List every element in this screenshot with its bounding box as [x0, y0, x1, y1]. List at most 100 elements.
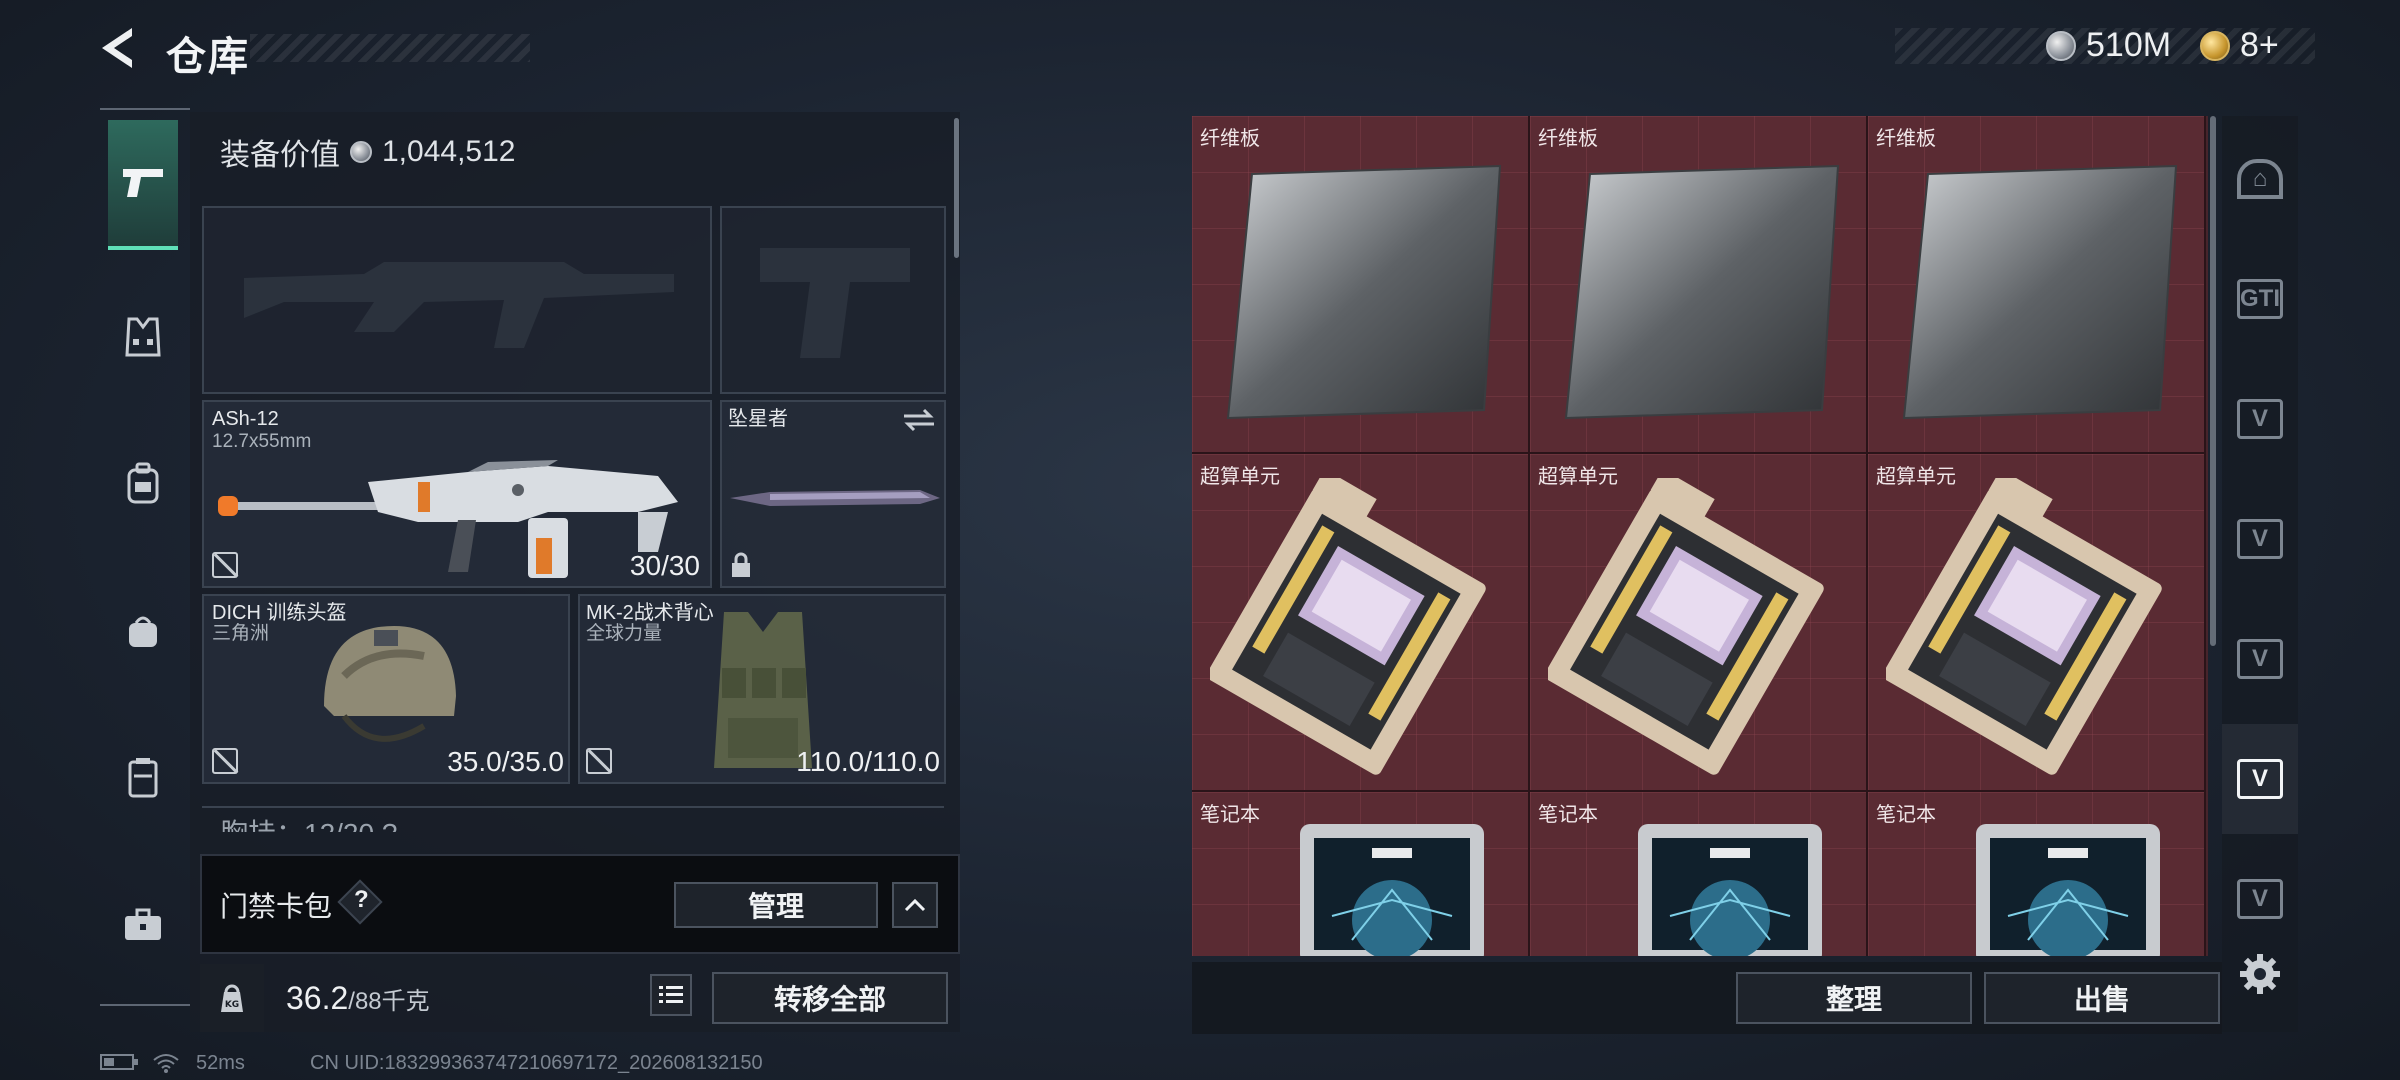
stash-item-image [1544, 469, 1848, 783]
stash-item-label: 超算单元 [1538, 466, 1618, 488]
weight-current: 36.2 [286, 980, 349, 1016]
stash-item-supercomputer[interactable]: 超算单元 [1192, 454, 1530, 792]
stash-item-image [1898, 162, 2188, 427]
container-4[interactable]: V [2222, 484, 2298, 594]
help-icon[interactable]: ? [354, 886, 369, 914]
transfer-all-button[interactable]: 转移全部 [712, 972, 948, 1024]
manage-button[interactable]: 管理 [674, 882, 878, 928]
vest-slot[interactable]: MK-2战术背心 全球力量 110.0/110.0 [578, 594, 946, 784]
ash12-rifle-icon [218, 460, 678, 578]
helmet-slot[interactable]: DICH 训练头盔 三角洲 35.0/35.0 [202, 594, 570, 784]
rail-bag[interactable] [108, 566, 178, 696]
collapse-button[interactable] [892, 882, 938, 928]
helmet-durability: 35.0/35.0 [447, 746, 564, 777]
stash-item-label: 纤维板 [1538, 128, 1598, 150]
case-icon [128, 758, 158, 798]
wifi-icon [152, 1052, 180, 1080]
no-insure-icon [212, 552, 238, 578]
stash-item-label: 纤维板 [1200, 128, 1260, 150]
stash-item-fiberboard[interactable]: 纤维板 [1530, 116, 1868, 454]
silver-amount: 510M [2086, 26, 2172, 64]
stash-scrollbar[interactable] [2210, 116, 2216, 646]
chevron-up-icon [904, 898, 926, 912]
vault-icon: ⌂ [2237, 159, 2283, 199]
gear-icon [2240, 954, 2280, 994]
stash-item-label: 超算单元 [1876, 466, 1956, 488]
empty-pistol-slot[interactable] [720, 206, 946, 394]
rail-armor[interactable] [108, 272, 178, 402]
uid-readout: CN UID:1832993637472106971​72_2026081321… [310, 1052, 763, 1074]
stash-item-image [1206, 469, 1510, 783]
back-button[interactable] [98, 26, 138, 70]
chest-rig-row[interactable]: 胸挂：12/20 ? [202, 806, 944, 832]
equipment-scrollbar[interactable] [954, 118, 959, 258]
vest-durability: 110.0/110.0 [796, 746, 940, 777]
kettlebell-icon: KG [221, 984, 243, 1012]
container-6[interactable]: V [2222, 724, 2298, 834]
rail-toolbox[interactable] [108, 860, 178, 990]
chest-rig-capacity: 胸挂：12/20 ? [220, 812, 397, 832]
stash-item-image [1222, 162, 1512, 427]
stash-item-image [1560, 162, 1850, 427]
stash-item-fiberboard[interactable]: 纤维板 [1192, 116, 1530, 454]
stash-item-label: 笔记本 [1200, 804, 1260, 826]
laptop-icon [1300, 824, 1484, 956]
gold-amount: 8+ [2240, 26, 2279, 64]
stash-item-supercomputer[interactable]: 超算单元 [1530, 454, 1868, 792]
back-arrow-icon [102, 28, 132, 68]
bag-icon [129, 616, 157, 647]
container-7[interactable]: V [2222, 844, 2298, 954]
primary-weapon-slot[interactable]: ASh-12 12.7x55mm 30/30 [202, 400, 712, 588]
helmet-faction: 三角洲 [212, 623, 270, 644]
title-stripe [250, 34, 530, 62]
stash-item-image [1968, 820, 2168, 956]
weight-readout: 36.2/88千克 [286, 980, 430, 1017]
stash-item-laptop[interactable]: 笔记本 [1192, 792, 1530, 956]
vest-faction: 全球力量 [586, 623, 663, 644]
sell-button[interactable]: 出售 [1984, 972, 2220, 1024]
stash-item-fiberboard[interactable]: 纤维板 [1868, 116, 2206, 454]
silver-currency[interactable]: 510M [2046, 26, 2171, 65]
v-case-icon: V [2237, 639, 2283, 679]
container-2[interactable]: GTI [2222, 244, 2298, 354]
weapon-name: ASh-12 [212, 408, 279, 430]
list-view-button[interactable] [650, 974, 692, 1016]
supercomputer-unit-icon [1882, 469, 2162, 775]
no-insure-icon [212, 748, 238, 774]
vest-icon [125, 317, 161, 357]
lock-icon [732, 552, 750, 577]
supercomputer-unit-icon [1206, 469, 1486, 775]
rail-weapons[interactable] [108, 120, 178, 250]
gti-case-icon: GTI [2237, 279, 2283, 319]
rail-case[interactable] [108, 712, 178, 842]
rail-divider [100, 108, 190, 110]
container-3[interactable]: V [2222, 364, 2298, 474]
laptop-icon [1638, 824, 1822, 956]
empty-primary-slot[interactable] [202, 206, 712, 394]
gold-currency[interactable]: 8+ [2200, 26, 2279, 65]
stash-item-label: 超算单元 [1200, 466, 1280, 488]
container-5[interactable]: V [2222, 604, 2298, 714]
fiberboard-icon [1902, 164, 2178, 420]
stash-item-laptop[interactable]: 笔记本 [1530, 792, 1868, 956]
supercomputer-unit-icon [1544, 469, 1824, 775]
v-case-icon: V [2237, 399, 2283, 439]
svg-text:KG: KG [225, 1000, 239, 1010]
silver-coin-icon [350, 141, 372, 163]
container-1[interactable]: ⌂ [2222, 124, 2298, 234]
page-title: 仓库 [166, 35, 250, 79]
stash-item-image [1882, 469, 2186, 783]
stash-item-image [1292, 820, 1492, 956]
sort-button[interactable]: 整理 [1736, 972, 1972, 1024]
pistol-icon [123, 169, 163, 197]
weapon-ammo-count: 30/30 [629, 550, 700, 581]
fiberboard-icon [1226, 164, 1502, 420]
knife-icon [730, 490, 940, 506]
swap-icon[interactable] [902, 408, 936, 432]
pistol-silhouette-icon [760, 248, 910, 358]
stash-item-supercomputer[interactable]: 超算单元 [1868, 454, 2206, 792]
stash-item-laptop[interactable]: 笔记本 [1868, 792, 2206, 956]
settings-button[interactable] [2238, 952, 2282, 996]
melee-slot[interactable]: 坠星者 [720, 400, 946, 588]
rail-backpack[interactable] [108, 418, 178, 548]
